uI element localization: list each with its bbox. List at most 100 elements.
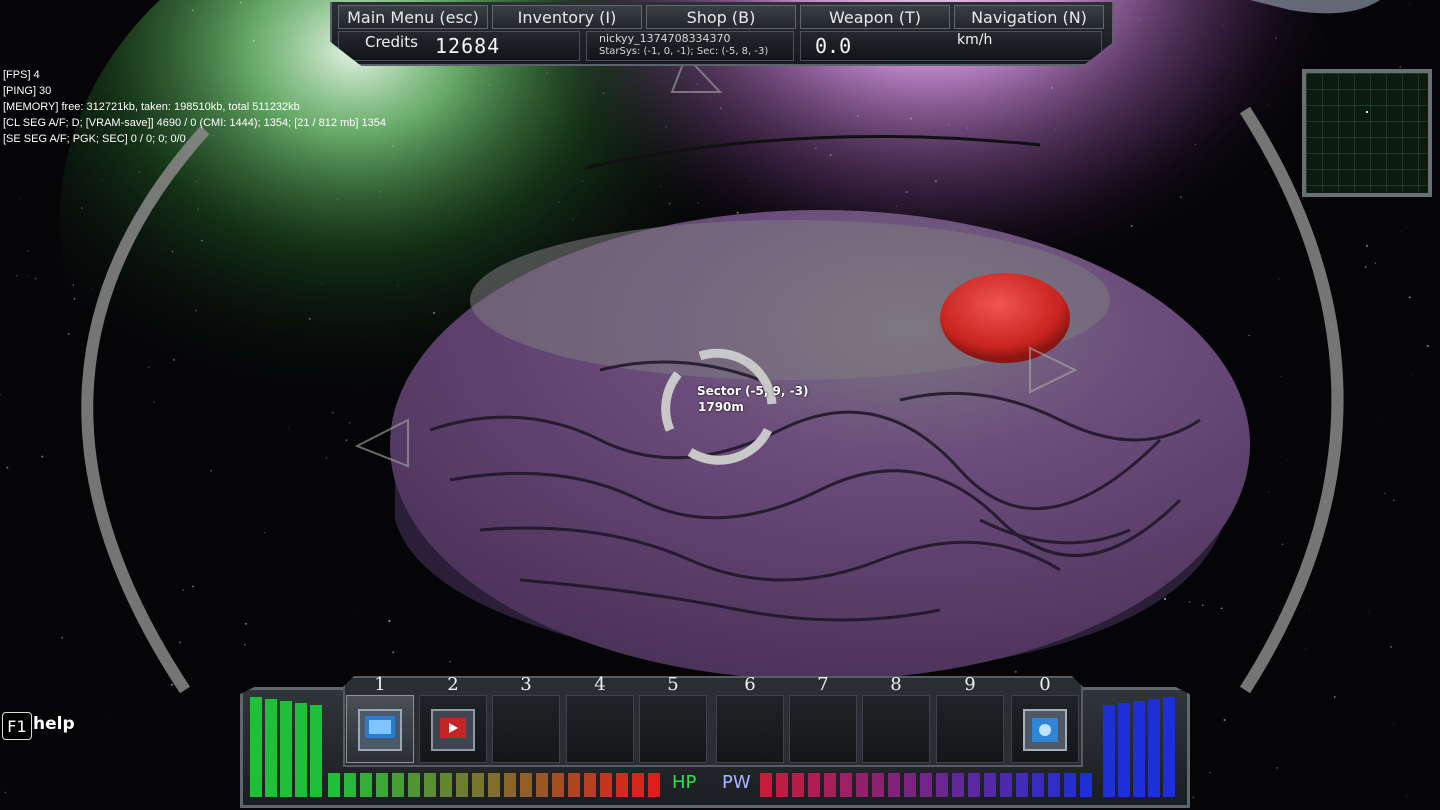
star bbox=[1014, 670, 1017, 673]
hp-label: HP bbox=[672, 772, 697, 793]
credits-panel: Credits 12684 bbox=[338, 31, 580, 61]
pw-segment bbox=[760, 773, 772, 797]
speed-value: 0.0 bbox=[815, 34, 852, 58]
hotbar-slot-8[interactable] bbox=[862, 695, 930, 763]
star bbox=[264, 532, 266, 534]
pw-segment bbox=[808, 773, 820, 797]
debug-overlay: [FPS] 4 [PING] 30 [MEMORY] free: 312721k… bbox=[3, 67, 386, 147]
ship-core-block-icon bbox=[358, 709, 402, 751]
help-label: help bbox=[33, 714, 75, 734]
hotbar-slot-0[interactable] bbox=[1011, 695, 1079, 763]
slot-number: 5 bbox=[667, 674, 679, 695]
radar-minimap[interactable] bbox=[1302, 69, 1432, 197]
hotbar-slot-4[interactable] bbox=[566, 695, 634, 763]
credits-label: Credits bbox=[365, 33, 418, 51]
star bbox=[1364, 265, 1367, 268]
hp-segment bbox=[280, 701, 292, 797]
hp-segment bbox=[520, 773, 532, 797]
hotbar-slot-3[interactable] bbox=[492, 695, 560, 763]
red-moon bbox=[940, 273, 1070, 363]
hp-segment bbox=[310, 705, 322, 797]
hp-segment bbox=[504, 773, 516, 797]
hp-segment bbox=[295, 703, 307, 797]
debug-line: [CL SEG A/F; D; [VRAM-save]] 4690 / 0 (C… bbox=[3, 117, 386, 129]
star bbox=[449, 660, 451, 663]
hotbar-slot-6[interactable] bbox=[716, 695, 784, 763]
hp-segment bbox=[648, 773, 660, 797]
pw-segment bbox=[1118, 703, 1130, 797]
star bbox=[61, 636, 64, 639]
player-name: nickyy_1374708334370 bbox=[599, 32, 731, 45]
pw-segment bbox=[1163, 697, 1175, 797]
star bbox=[1406, 796, 1408, 798]
debug-line: [FPS] 4 bbox=[3, 69, 40, 81]
slot-number: 2 bbox=[447, 674, 459, 695]
hp-segment bbox=[392, 773, 404, 797]
inventory-button[interactable]: Inventory (I) bbox=[492, 5, 642, 29]
hotbar-slot-9[interactable] bbox=[936, 695, 1004, 763]
star bbox=[1201, 604, 1204, 607]
star bbox=[1409, 3, 1411, 5]
radar-blip bbox=[1366, 111, 1368, 113]
navigation-button[interactable]: Navigation (N) bbox=[954, 5, 1104, 29]
star bbox=[27, 274, 29, 276]
hotbar-slot-1[interactable] bbox=[346, 695, 414, 763]
star bbox=[26, 250, 29, 252]
pw-segment bbox=[792, 773, 804, 797]
pw-segment bbox=[888, 773, 900, 797]
location-readout: StarSys: (-1, 0, -1); Sec: (-5, 8, -3) bbox=[599, 46, 769, 57]
star bbox=[1426, 344, 1429, 348]
slot-number: 1 bbox=[374, 674, 386, 695]
pw-segment bbox=[968, 773, 980, 797]
weapon-button[interactable]: Weapon (T) bbox=[800, 5, 950, 29]
star bbox=[110, 713, 112, 715]
hp-segment bbox=[424, 773, 436, 797]
star bbox=[1393, 499, 1395, 502]
debug-line: [SE SEG A/F; PGK; SEC] 0 / 0; 0; 0/0 bbox=[3, 133, 186, 145]
pw-label: PW bbox=[722, 772, 751, 793]
main-menu-button[interactable]: Main Menu (esc) bbox=[338, 5, 488, 29]
star bbox=[1223, 718, 1226, 722]
hotbar-slot-2[interactable] bbox=[419, 695, 487, 763]
star bbox=[1287, 460, 1288, 461]
slot-number: 4 bbox=[594, 674, 606, 695]
star bbox=[1399, 66, 1402, 69]
main-menu-row: Main Menu (esc) Inventory (I) Shop (B) W… bbox=[338, 5, 1104, 29]
hp-segment bbox=[408, 773, 420, 797]
hp-segment bbox=[536, 773, 548, 797]
hotbar-slot-7[interactable] bbox=[789, 695, 857, 763]
star bbox=[18, 198, 20, 200]
help-key[interactable]: F1 bbox=[2, 712, 32, 740]
star bbox=[1384, 492, 1386, 494]
pw-segment bbox=[952, 773, 964, 797]
pw-segment bbox=[1032, 773, 1044, 797]
debug-line: [PING] 30 bbox=[3, 85, 52, 97]
pw-segment bbox=[1103, 705, 1115, 797]
pw-segment bbox=[1080, 773, 1092, 797]
slot-number: 3 bbox=[520, 674, 532, 695]
pw-segment bbox=[872, 773, 884, 797]
pw-segment bbox=[1048, 773, 1060, 797]
hp-segment bbox=[568, 773, 580, 797]
star bbox=[392, 651, 395, 654]
star bbox=[1367, 612, 1369, 613]
hp-segment bbox=[376, 773, 388, 797]
star bbox=[170, 683, 174, 686]
shop-button[interactable]: Shop (B) bbox=[646, 5, 796, 29]
hp-segment bbox=[600, 773, 612, 797]
star bbox=[1412, 373, 1414, 375]
speed-panel: 0.0 km/h bbox=[800, 31, 1102, 61]
slot-number: 6 bbox=[744, 674, 756, 695]
target-sector-name: Sector (-5, 9, -3) bbox=[697, 384, 809, 398]
star bbox=[245, 622, 248, 625]
star bbox=[67, 332, 70, 335]
star bbox=[34, 277, 37, 280]
slot-number: 7 bbox=[817, 674, 829, 695]
star bbox=[182, 589, 185, 592]
top-menu-bar: Main Menu (esc) Inventory (I) Shop (B) W… bbox=[330, 2, 1114, 66]
hotbar-slot-5[interactable] bbox=[639, 695, 707, 763]
star bbox=[15, 274, 18, 277]
star bbox=[41, 455, 44, 458]
slot-number: 9 bbox=[964, 674, 976, 695]
star bbox=[1333, 695, 1336, 698]
